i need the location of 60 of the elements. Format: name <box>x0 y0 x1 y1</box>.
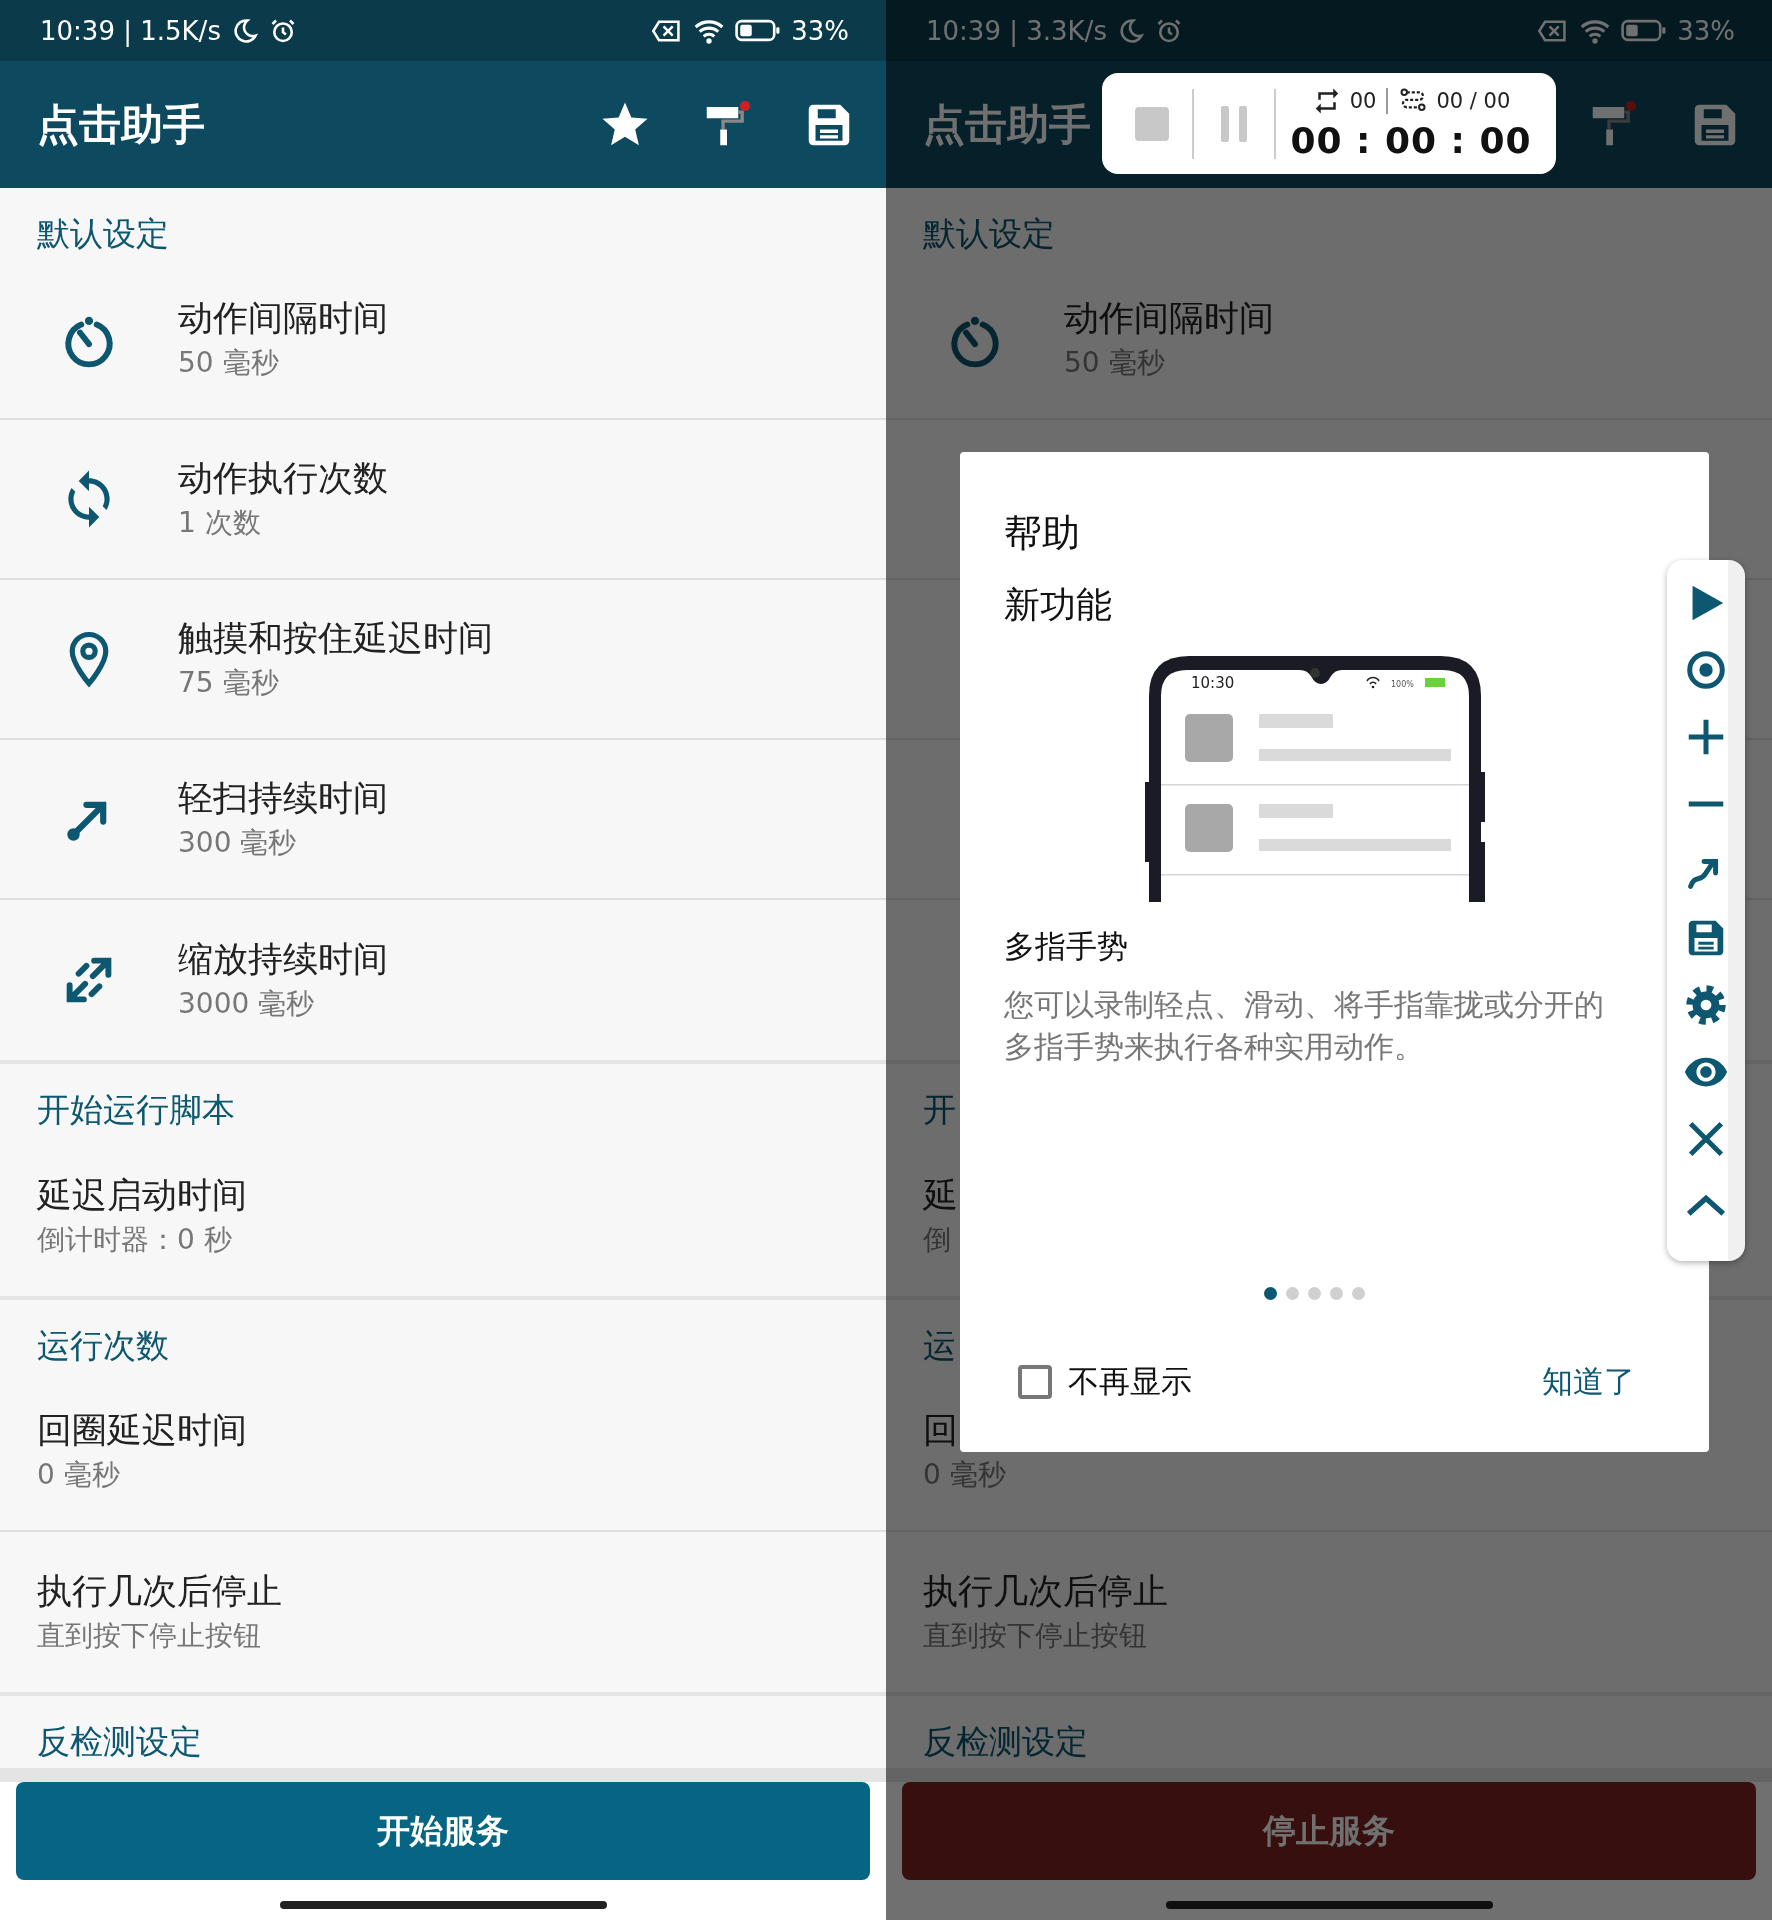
setting-value: 0 毫秒 <box>923 1457 1006 1493</box>
route-count: 00 / 00 <box>1436 88 1511 113</box>
feature-description: 您可以录制轻点、滑动、将手指靠拢或分开的多指手势来执行各种实用动作。 <box>1004 986 1605 1066</box>
setting-title: 执行几次后停止 <box>923 1570 1168 1613</box>
setting-title: 回 <box>923 1409 959 1452</box>
setting-title: 触摸和按住延迟时间 <box>178 617 493 660</box>
section-header: 运行次数 <box>37 1325 169 1367</box>
setting-value: 直到按下停止按钮 <box>923 1618 1148 1654</box>
section-header: 开始运行脚本 <box>37 1089 235 1131</box>
section-header: 默认设定 <box>923 213 1055 255</box>
start-service-button[interactable]: 开始服务 <box>16 1782 870 1880</box>
section-header: 运 <box>923 1325 956 1367</box>
checkbox[interactable] <box>1018 1365 1052 1399</box>
setting-value: 倒计时器：0 秒 <box>37 1222 233 1258</box>
section-header: 反检测设定 <box>37 1721 202 1763</box>
dialog-title: 帮助 <box>1004 510 1080 557</box>
setting-value: 0 毫秒 <box>37 1457 121 1493</box>
battery-icon <box>735 19 782 42</box>
dialog-subtitle: 新功能 <box>1004 583 1112 627</box>
setting-value: 50 毫秒 <box>178 345 280 381</box>
battery-level: 33% <box>1677 15 1735 46</box>
setting-title: 延 <box>923 1174 958 1217</box>
battery-icon <box>1621 19 1668 42</box>
got-it-button[interactable]: 知道了 <box>1542 1361 1635 1403</box>
section-header: 默认设定 <box>37 213 169 255</box>
setting-title: 执行几次后停止 <box>37 1570 282 1613</box>
clock-text: 10:30 <box>1190 674 1234 692</box>
elapsed-time: 00 : 00 : 00 <box>1290 119 1532 162</box>
setting-value: 3000 毫秒 <box>178 986 316 1022</box>
app-title: 点击助手 <box>923 98 1091 151</box>
status-time: 10:39 | 3.3K/s <box>926 15 1107 46</box>
setting-title: 回圈延迟时间 <box>37 1409 247 1452</box>
section-header: 反检测设定 <box>923 1721 1088 1763</box>
setting-value: 1 次数 <box>178 505 262 541</box>
feature-heading: 多指手势 <box>1004 927 1128 966</box>
settings-icon[interactable] <box>1683 982 1729 1028</box>
setting-value: 直到按下停止按钮 <box>37 1618 262 1654</box>
setting-value: 300 毫秒 <box>178 825 298 861</box>
page-dot[interactable] <box>1308 1287 1321 1300</box>
page-dot[interactable] <box>1264 1287 1277 1300</box>
page-dot[interactable] <box>1330 1287 1343 1300</box>
setting-title: 缩放持续时间 <box>178 938 388 981</box>
checkbox-label: 不再显示 <box>1068 1362 1192 1401</box>
setting-value: 倒 <box>923 1222 952 1258</box>
battery-text: 100% <box>1390 680 1414 689</box>
setting-value: 50 毫秒 <box>1064 345 1166 381</box>
status-time: 10:39 | 1.5K/s <box>40 15 221 46</box>
loop-count: 00 <box>1349 88 1377 113</box>
page-dot[interactable] <box>1352 1287 1365 1300</box>
setting-title: 延迟启动时间 <box>37 1174 247 1217</box>
setting-title: 动作执行次数 <box>178 457 388 500</box>
battery-level: 33% <box>791 15 849 46</box>
setting-title: 轻扫持续时间 <box>178 777 388 820</box>
page-dot[interactable] <box>1286 1287 1299 1300</box>
setting-title: 动作间隔时间 <box>178 297 388 340</box>
setting-title: 动作间隔时间 <box>1064 297 1274 340</box>
app-title: 点击助手 <box>37 98 205 151</box>
stop-service-button[interactable]: 停止服务 <box>902 1782 1756 1880</box>
setting-value: 75 毫秒 <box>178 665 280 701</box>
section-header: 开 <box>923 1089 956 1131</box>
